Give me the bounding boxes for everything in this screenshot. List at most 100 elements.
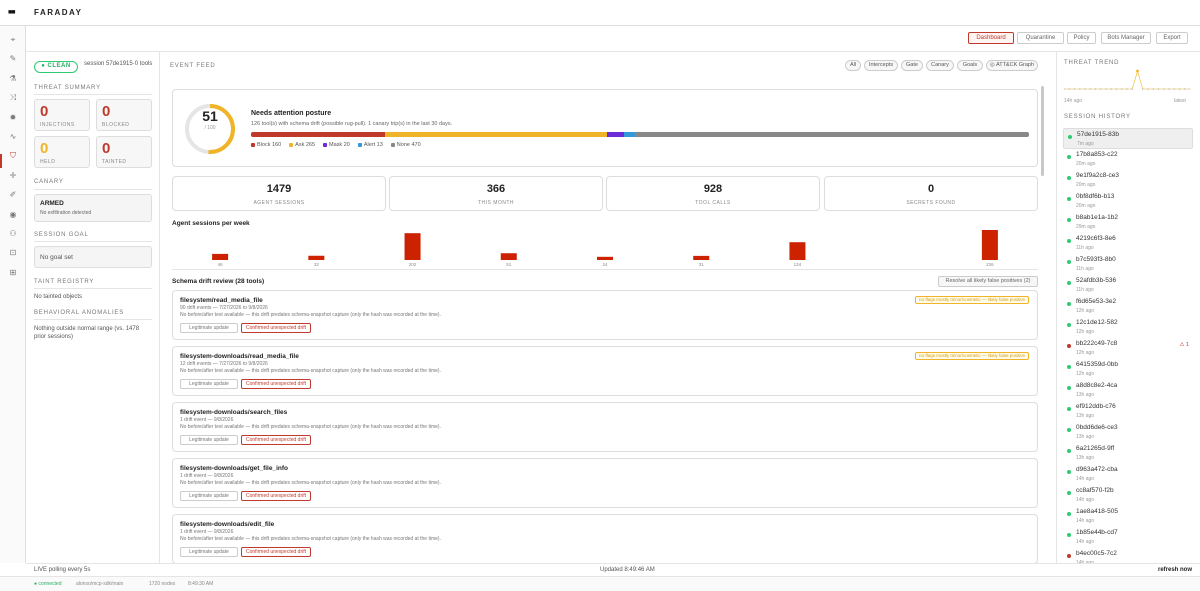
trend-point xyxy=(1099,88,1102,90)
session-id: 1b85e44b-cd7 xyxy=(1076,529,1118,536)
legitimate-update-button[interactable]: Legitimate update xyxy=(180,323,238,333)
settings-icon[interactable]: ✹ xyxy=(8,113,18,123)
chart-bar xyxy=(404,233,421,260)
session-history-item[interactable]: a8d8c8e2-4ca 13h ago xyxy=(1063,380,1193,401)
kpi-label: AGENT SESSIONS xyxy=(253,200,305,206)
session-age: 12h ago xyxy=(1076,329,1095,335)
legitimate-update-button[interactable]: Legitimate update xyxy=(180,379,238,389)
legend-label: Mask 20 xyxy=(329,142,350,148)
taint-registry-title: TAINT REGISTRY xyxy=(34,279,95,285)
tab-export[interactable]: Export xyxy=(1156,32,1188,44)
session-history-item[interactable]: 6a21265d-9ff 13h ago xyxy=(1063,443,1193,464)
session-history-item[interactable]: 1ae8a418-505 14h ago xyxy=(1063,506,1193,527)
chart-bar xyxy=(212,253,229,260)
flask-icon[interactable]: ⚗ xyxy=(8,74,18,84)
eye-icon[interactable]: ◉ xyxy=(8,210,18,220)
session-history-item[interactable]: bb222c49-7c8 12h ago ⚠ 1 xyxy=(1063,338,1193,359)
session-id: 1ae8a418-505 xyxy=(1076,508,1118,515)
stat-label: INJECTIONS xyxy=(40,122,75,128)
main-content: EVENT FEED All Intercepts Gate Canary Go… xyxy=(160,52,1048,563)
right-column: THREAT TREND 14h ago latest SESSION HIST… xyxy=(1056,52,1200,566)
filter-attack-graph[interactable]: ◎ ATT&CK Graph xyxy=(986,60,1038,71)
chart-bar xyxy=(789,242,806,260)
session-history-item[interactable]: 0bf8df6b-b13 20m ago xyxy=(1063,191,1193,212)
resolve-false-positives-button[interactable]: Resolve all likely false positives (2) xyxy=(938,276,1038,287)
divider xyxy=(172,269,1038,270)
confirm-drift-button[interactable]: Confirmed unexpected drift xyxy=(241,379,311,389)
shield-icon[interactable]: ⛉ xyxy=(8,151,18,161)
filter-goals[interactable]: Goals xyxy=(957,60,983,71)
session-history-item[interactable]: 6415359d-0bb 12h ago xyxy=(1063,359,1193,380)
posture-title: Needs attention posture xyxy=(251,110,332,117)
threat-summary-title: THREAT SUMMARY xyxy=(34,85,101,91)
session-history-item[interactable]: ef912ddb-c76 13h ago xyxy=(1063,401,1193,422)
confirm-drift-button[interactable]: Confirmed unexpected drift xyxy=(241,323,311,333)
chart-data-label: 31 xyxy=(699,262,705,267)
stat-blocked[interactable]: 0 BLOCKED xyxy=(96,99,152,131)
confirm-drift-button[interactable]: Confirmed unexpected drift xyxy=(241,547,311,557)
stat-injections[interactable]: 0 INJECTIONS xyxy=(34,99,90,131)
session-history-item[interactable]: 12c1de12-582 12h ago xyxy=(1063,317,1193,338)
chart-data-label: 32 xyxy=(314,262,320,267)
legend-label: Block 160 xyxy=(257,142,282,148)
session-history-item[interactable]: b7c593f3-8b0 11h ago xyxy=(1063,254,1193,275)
session-history-item[interactable]: b8ab1e1a-1b2 29m ago xyxy=(1063,212,1193,233)
session-history-item[interactable]: 9e1f9a2c8-ce3 20m ago xyxy=(1063,170,1193,191)
session-history-item[interactable]: 17b8a853-c22 20m ago xyxy=(1063,149,1193,170)
session-id: d963a472-cba xyxy=(1076,466,1118,473)
legend-item: Ask 265 xyxy=(289,142,315,148)
lock-icon[interactable]: ⊡ xyxy=(8,248,18,258)
network-icon[interactable]: ⤨ xyxy=(8,93,18,103)
refresh-now-button[interactable]: refresh now xyxy=(1158,567,1192,573)
legitimate-update-button[interactable]: Legitimate update xyxy=(180,547,238,557)
trend-point xyxy=(1173,88,1176,90)
trend-end-label: latest xyxy=(1174,98,1186,104)
user-icon[interactable]: ⚇ xyxy=(8,229,18,239)
legend-item: Block 160 xyxy=(251,142,281,148)
session-history-item[interactable]: d963a472-cba 14h ago xyxy=(1063,464,1193,485)
kpi-value: 1479 xyxy=(266,183,292,195)
filter-canary[interactable]: Canary xyxy=(926,60,954,71)
posture-card: 51 / 100 Needs attention posture 126 too… xyxy=(172,89,1038,167)
legitimate-update-button[interactable]: Legitimate update xyxy=(180,435,238,445)
session-goal-box[interactable]: No goal set xyxy=(34,246,152,268)
session-history-item[interactable]: 52afdb3b-536 11h ago xyxy=(1063,275,1193,296)
drift-meta: 1 drift event — 9/8/2026 xyxy=(180,529,234,535)
main-scrollbar[interactable] xyxy=(1041,86,1044,176)
pen-tool-icon[interactable]: ✐ xyxy=(8,190,18,200)
session-history-item[interactable]: 0bdd6de6-ce3 13h ago xyxy=(1063,422,1193,443)
pen-icon[interactable]: ✎ xyxy=(8,54,18,64)
tab-dashboard[interactable]: Dashboard xyxy=(968,32,1014,44)
filter-intercepts[interactable]: Intercepts xyxy=(864,60,898,71)
session-history-item[interactable]: 4219c6f3-8e6 11h ago xyxy=(1063,233,1193,254)
confirm-drift-button[interactable]: Confirmed unexpected drift xyxy=(241,491,311,501)
session-id: 6a21265d-9ff xyxy=(1076,445,1115,452)
confirm-drift-button[interactable]: Confirmed unexpected drift xyxy=(241,435,311,445)
tab-policy[interactable]: Policy xyxy=(1067,32,1096,44)
session-history-item[interactable]: f6d65e53-3e2 12h ago xyxy=(1063,296,1193,317)
stat-held[interactable]: 0 HELD xyxy=(34,136,90,168)
compass-icon[interactable]: ✛ xyxy=(8,171,18,181)
grid-icon[interactable]: ⊞ xyxy=(8,268,18,278)
logo-icon: ■■ xyxy=(8,9,16,16)
host-label: alonso/mcp-sdk/main xyxy=(76,581,124,587)
posture-score: 51 xyxy=(202,108,218,124)
posture-legend: Block 160 Ask 265 Mask 20 Alert 13 None 470 xyxy=(251,142,421,148)
tab-quarantine[interactable]: Quarantine xyxy=(1017,32,1064,44)
posture-segment xyxy=(251,132,386,137)
pin-icon[interactable]: ⌖ xyxy=(8,35,18,45)
filter-gate[interactable]: Gate xyxy=(901,60,923,71)
status-dot xyxy=(1067,554,1071,558)
trend-line xyxy=(1064,69,1190,90)
session-history-item[interactable]: cc8af570-f2b 14h ago xyxy=(1063,485,1193,506)
stat-tainted[interactable]: 0 TAINTED xyxy=(96,136,152,168)
pulse-icon[interactable]: ∿ xyxy=(8,132,18,142)
legitimate-update-button[interactable]: Legitimate update xyxy=(180,491,238,501)
session-history-item[interactable]: 1b85e44b-cd7 14h ago xyxy=(1063,527,1193,548)
drift-card: filesystem-downloads/edit_file 1 drift ev… xyxy=(172,514,1038,563)
filter-all[interactable]: All xyxy=(845,60,861,71)
stat-value: 0 xyxy=(40,140,49,157)
tab-bots-manager[interactable]: Bots Manager xyxy=(1101,32,1151,44)
session-history-item[interactable]: 57de1915-83b 7m ago xyxy=(1063,128,1193,149)
drift-meta: 90 drift events — 7/27/2026 to 9/8/2026 xyxy=(180,305,268,311)
